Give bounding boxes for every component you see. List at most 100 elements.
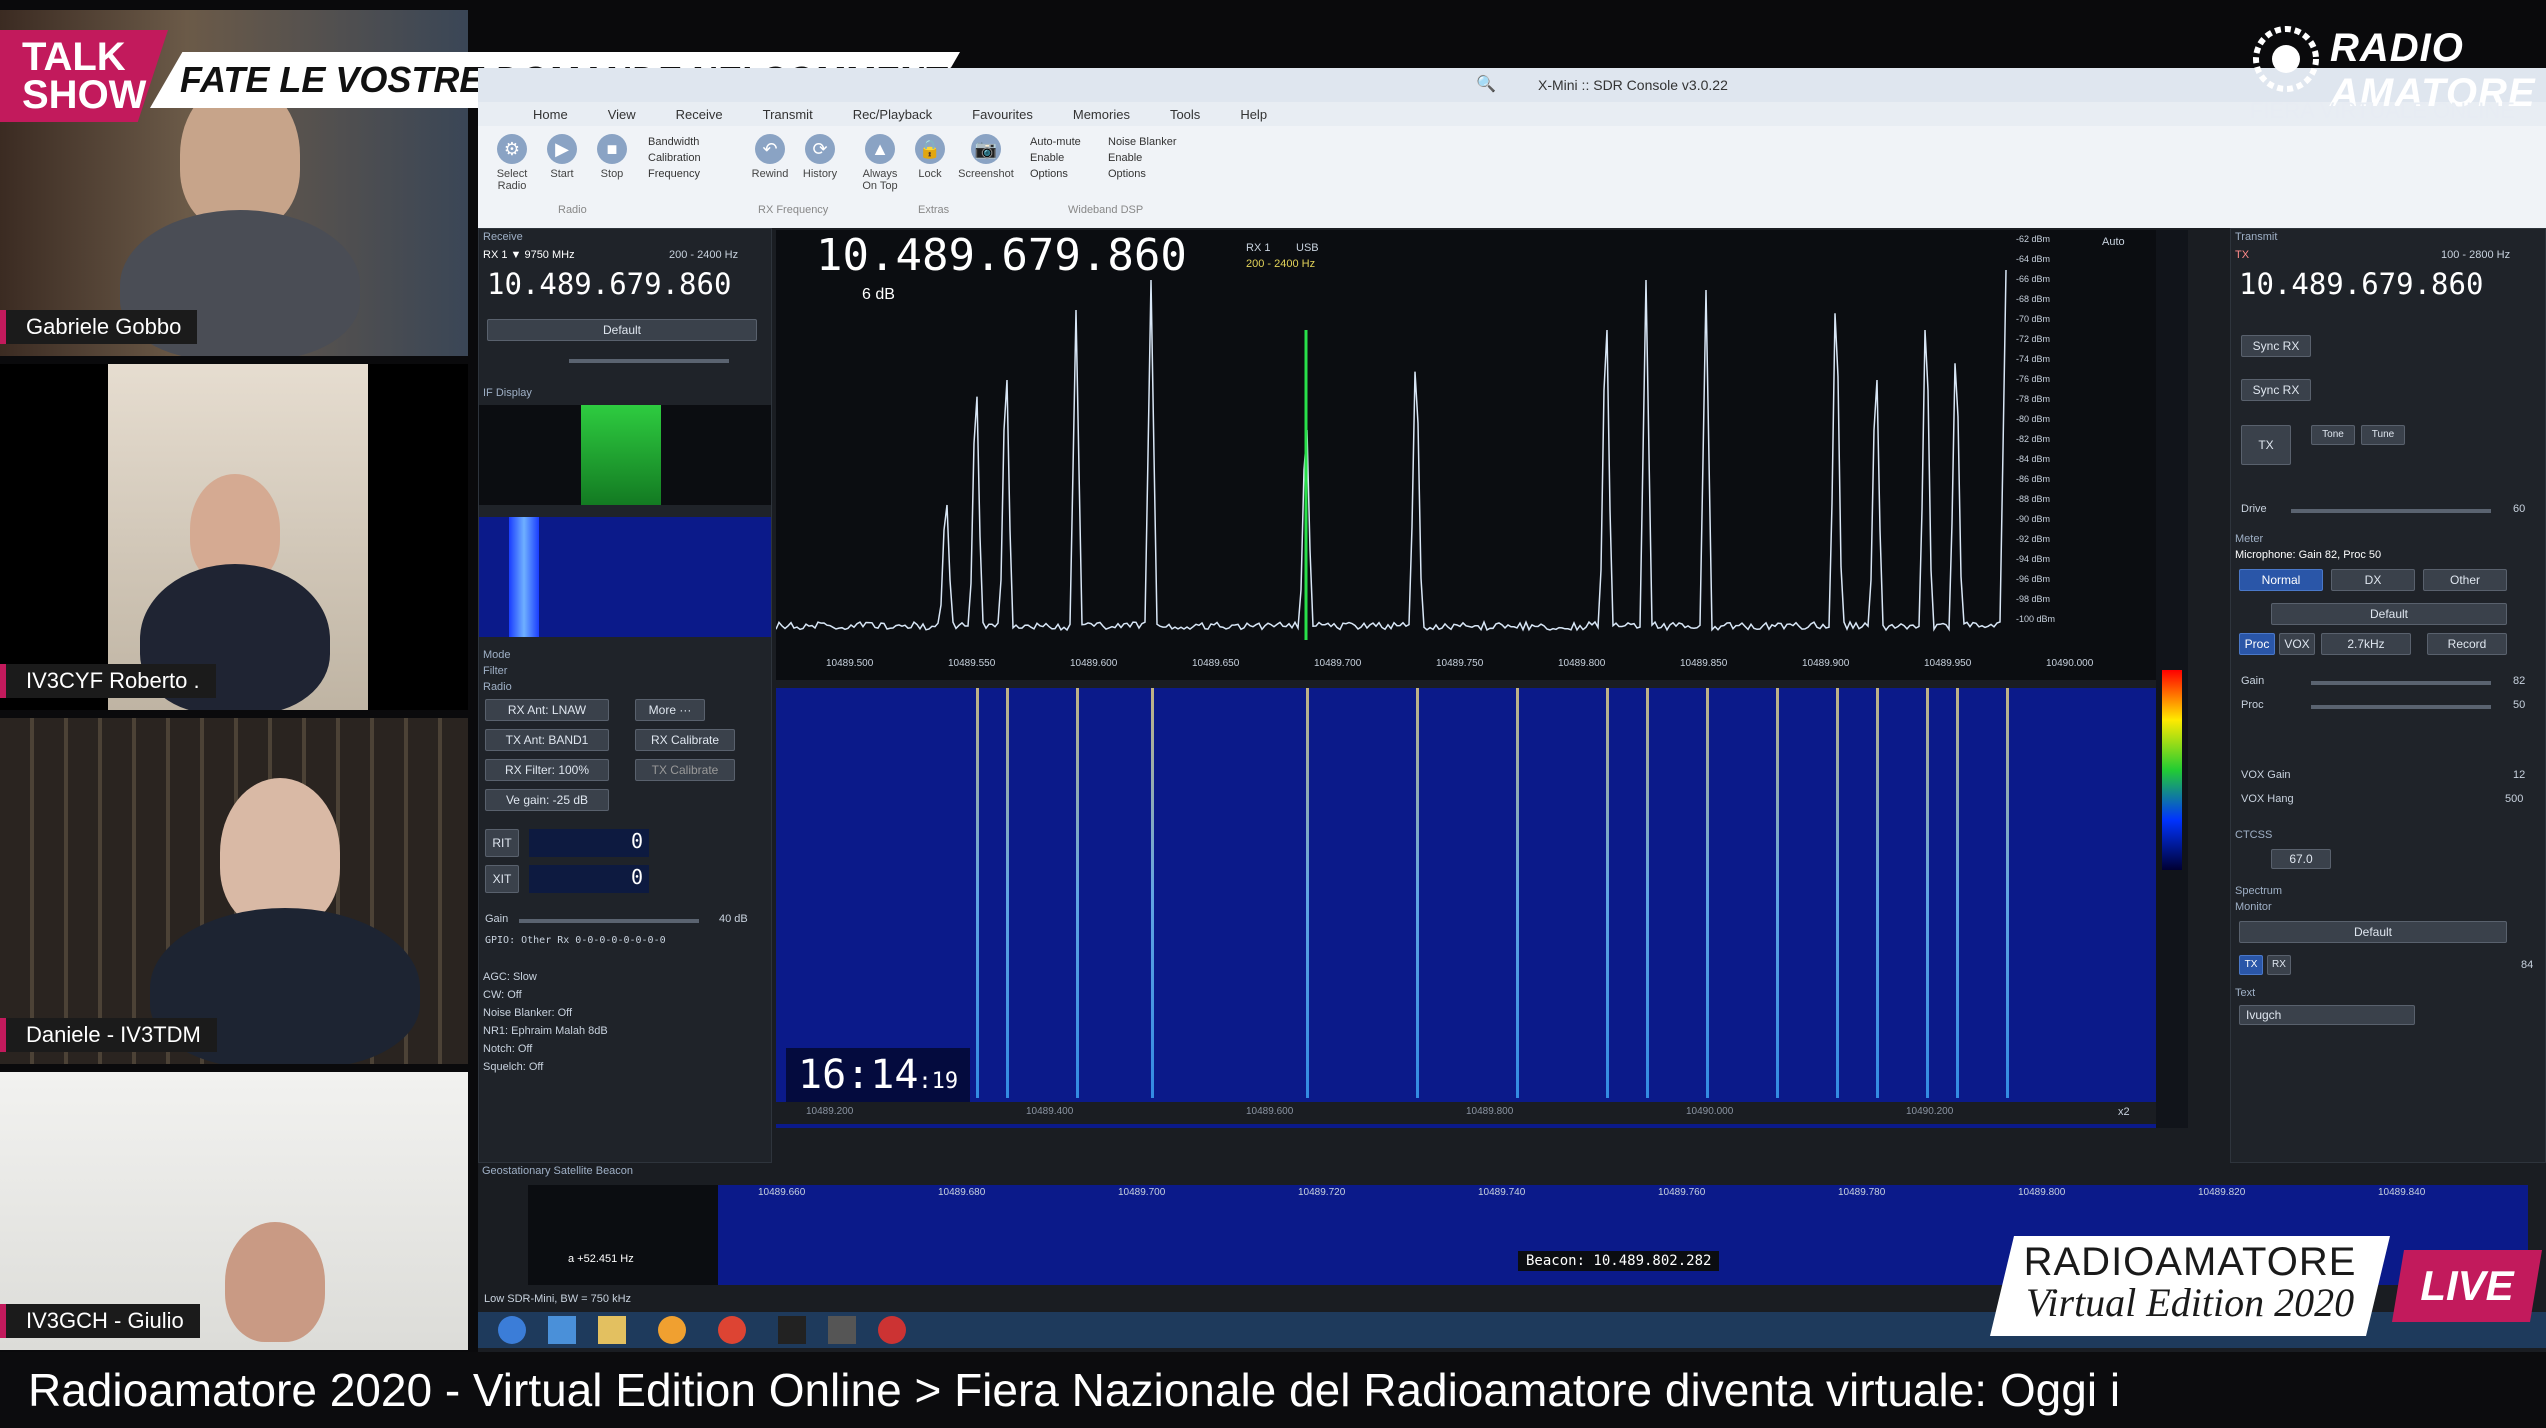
gain-label: Gain — [485, 913, 508, 925]
rx-selector[interactable]: RX 1 ▼ 9750 MHz — [483, 249, 575, 261]
waterfall-signal — [1076, 688, 1079, 1098]
vox-button[interactable]: VOX — [2279, 633, 2315, 655]
auto-mute-options[interactable]: Options — [1030, 168, 1068, 180]
lock-button[interactable]: 🔒 Lock — [908, 134, 952, 180]
gain-slider[interactable] — [519, 919, 699, 923]
frequency-tick: 10490.000 — [2046, 658, 2093, 669]
always-on-top-button[interactable]: ▲ Always On Top — [858, 134, 902, 192]
rewind-button[interactable]: ↶ Rewind — [748, 134, 792, 180]
bandwidth-select[interactable]: 2.7kHz — [2321, 633, 2411, 655]
tx-antenna-select[interactable]: TX Ant: BAND1 — [485, 729, 609, 751]
volume-slider[interactable] — [569, 359, 729, 363]
rit-button[interactable]: RIT — [485, 829, 519, 857]
menu-favourites[interactable]: Favourites — [972, 107, 1033, 122]
normal-button[interactable]: Normal — [2239, 569, 2323, 591]
other-button[interactable]: Other — [2423, 569, 2507, 591]
sync-rx-button-2[interactable]: Sync RX — [2241, 379, 2311, 401]
tx-button[interactable]: TX — [2241, 425, 2291, 465]
rx-calibrate-button[interactable]: RX Calibrate — [635, 729, 735, 751]
select-radio-button[interactable]: ⚙ Select Radio — [490, 134, 534, 192]
menu-home[interactable]: Home — [533, 107, 568, 122]
logo-subtitle: FIERA VIRTUALE ONLINE — [2250, 98, 2515, 124]
tx-gain-slider[interactable] — [2311, 681, 2491, 685]
menu-view[interactable]: View — [608, 107, 636, 122]
dbm-tick: -98 dBm — [2016, 594, 2050, 604]
tx-frequency[interactable]: 10.489.679.860 — [2239, 267, 2483, 301]
calibration-button[interactable]: Calibration — [648, 152, 701, 164]
history-icon: ⟳ — [805, 134, 835, 164]
monitor-rx-button[interactable]: RX — [2267, 955, 2291, 975]
frequency-button[interactable]: Frequency — [648, 168, 700, 180]
nr-setting[interactable]: NR1: Ephraim Malah 8dB — [483, 1025, 608, 1037]
folder-icon[interactable] — [598, 1316, 626, 1344]
waterfall-tick: 10490.000 — [1686, 1106, 1733, 1117]
waterfall-axis[interactable]: 10489.200 10489.400 10489.600 10489.800 1049… — [776, 1102, 2156, 1124]
menu-help[interactable]: Help — [1240, 107, 1267, 122]
chrome-icon[interactable] — [718, 1316, 746, 1344]
xit-value[interactable]: 0 — [529, 865, 649, 893]
tune-button[interactable]: Tune — [2361, 425, 2405, 445]
pin-icon: ▲ — [865, 134, 895, 164]
mic-preset-select[interactable]: Default — [2271, 603, 2507, 625]
sync-rx-button-1[interactable]: Sync RX — [2241, 335, 2311, 357]
record-button[interactable]: Record — [2427, 633, 2507, 655]
start-icon[interactable] — [498, 1316, 526, 1344]
cw-setting[interactable]: CW: Off — [483, 989, 522, 1001]
menu-rec-playback[interactable]: Rec/Playback — [853, 107, 932, 122]
ribbon-toolbar: ⚙ Select Radio ▶ Start ■ Stop Bandwidth Cal… — [478, 126, 2546, 228]
frequency-tick: 10489.950 — [1924, 658, 1971, 669]
rx-frequency[interactable]: 10.489.679.860 — [487, 267, 731, 301]
noise-blanker-options[interactable]: Options — [1108, 168, 1146, 180]
filter-section[interactable]: Filter — [483, 665, 507, 677]
sdr-icon[interactable] — [828, 1316, 856, 1344]
notch-setting[interactable]: Notch: Off — [483, 1043, 532, 1055]
radio-section[interactable]: Radio — [483, 681, 512, 693]
zoom-icon[interactable]: 🔍 — [1476, 74, 1496, 94]
media-icon[interactable] — [658, 1316, 686, 1344]
zoom-level[interactable]: x2 — [2118, 1106, 2130, 1118]
tx-calibrate-button[interactable]: TX Calibrate — [635, 759, 735, 781]
menu-tools[interactable]: Tools — [1170, 107, 1200, 122]
mode-section[interactable]: Mode — [483, 649, 511, 661]
menu-memories[interactable]: Memories — [1073, 107, 1130, 122]
text-select[interactable]: Ivugch — [2239, 1005, 2415, 1025]
tx-selector[interactable]: TX — [2235, 249, 2249, 261]
menu-transmit[interactable]: Transmit — [763, 107, 813, 122]
auto-button[interactable]: Auto — [2102, 236, 2125, 248]
spectrum-display[interactable]: 10.489.679.860 RX 1 USB 200 - 2400 Hz 6 … — [776, 230, 2156, 680]
start-button[interactable]: ▶ Start — [540, 134, 584, 180]
ie-icon[interactable] — [548, 1316, 576, 1344]
xit-button[interactable]: XIT — [485, 865, 519, 893]
rx-filter-select[interactable]: RX Filter: 100% — [485, 759, 609, 781]
proc-button[interactable]: Proc — [2239, 633, 2275, 655]
app-icon[interactable] — [878, 1316, 906, 1344]
noise-blanker-enable[interactable]: Enable — [1108, 152, 1142, 164]
screenshot-button[interactable]: 📷 Screenshot — [958, 134, 1014, 180]
rx-antenna-select[interactable]: RX Ant: LNAW — [485, 699, 609, 721]
stop-button[interactable]: ■ Stop — [590, 134, 634, 180]
auto-mute-enable[interactable]: Enable — [1030, 152, 1064, 164]
dx-button[interactable]: DX — [2331, 569, 2415, 591]
participant-tile-3: Daniele - IV3TDM — [0, 718, 468, 1064]
menu-receive[interactable]: Receive — [676, 107, 723, 122]
rit-value[interactable]: 0 — [529, 829, 649, 857]
drive-slider[interactable] — [2291, 509, 2491, 513]
squelch-setting[interactable]: Squelch: Off — [483, 1061, 543, 1073]
more-button[interactable]: More ··· — [635, 699, 705, 721]
agc-setting[interactable]: AGC: Slow — [483, 971, 537, 983]
monitor-tx-button[interactable]: TX — [2239, 955, 2263, 975]
ctcss-select[interactable]: 67.0 — [2271, 849, 2331, 869]
waterfall-display[interactable]: 16:14:19 10489.200 10489.400 10489.600 1048… — [776, 688, 2156, 1128]
bandwidth-button[interactable]: Bandwidth — [648, 136, 699, 148]
history-button[interactable]: ⟳ History — [798, 134, 842, 180]
terminal-icon[interactable] — [778, 1316, 806, 1344]
proc-slider[interactable] — [2311, 705, 2491, 709]
dbm-tick: -94 dBm — [2016, 554, 2050, 564]
noise-blanker-setting[interactable]: Noise Blanker: Off — [483, 1007, 572, 1019]
monitor-select[interactable]: Default — [2239, 921, 2507, 943]
auto-mute-label: Auto-mute — [1030, 136, 1081, 148]
tone-button[interactable]: Tone — [2311, 425, 2355, 445]
ve-gain-select[interactable]: Ve gain: -25 dB — [485, 789, 609, 811]
camera-icon: 📷 — [971, 134, 1001, 164]
preset-select[interactable]: Default — [487, 319, 757, 341]
